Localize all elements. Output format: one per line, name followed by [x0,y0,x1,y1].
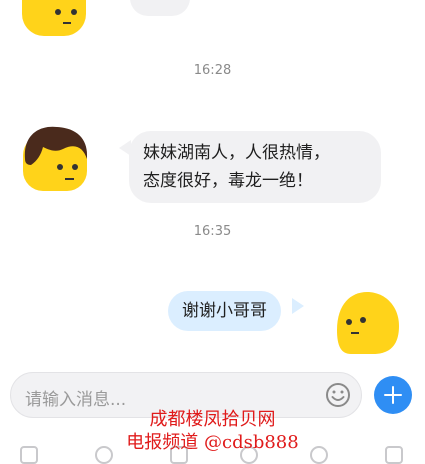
contact-avatar[interactable] [21,125,89,191]
plus-icon-vertical [392,386,394,404]
chat-area: 16:28 妹妹湖南人，人很热情， 态度很好，毒龙一绝！ 16:35 谢谢小哥哥 [0,0,425,360]
message-line-1: 妹妹湖南人，人很热情， [143,143,330,163]
timestamp: 16:28 [193,63,232,78]
contact-avatar-top[interactable] [20,0,88,38]
previous-bubble-fragment [130,0,190,16]
message-bubble-sent[interactable]: 谢谢小哥哥 [168,291,281,331]
my-avatar[interactable] [333,290,401,356]
message-bubble-received[interactable]: 妹妹湖南人，人很热情， 态度很好，毒龙一绝！ [129,131,381,203]
bubble-tail [292,298,304,314]
message-line-2: 态度很好，毒龙一绝！ [143,171,313,191]
message-text: 谢谢小哥哥 [182,301,267,321]
watermark-line-2: 电报频道 @cdsb888 [126,432,299,453]
timestamp: 16:35 [193,224,232,239]
